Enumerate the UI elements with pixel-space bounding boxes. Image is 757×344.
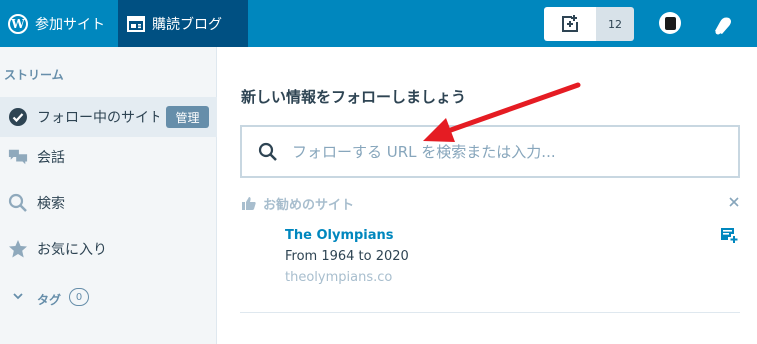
star-icon (8, 239, 28, 259)
reader-sidebar: ストリーム フォロー中のサイト 管理 会話 検索 お気に入り タグ 0 (0, 47, 217, 344)
notifications-button[interactable] (710, 12, 736, 36)
profile-avatar[interactable] (659, 12, 681, 34)
divider (240, 312, 740, 313)
sidebar-item-label: お気に入り (37, 242, 107, 258)
streams-header: ストリーム (4, 68, 64, 82)
chat-bubbles-icon (8, 147, 28, 167)
masterbar: W 参加サイト 購読ブログ 12 (0, 0, 757, 47)
write-post-button[interactable] (544, 7, 596, 41)
recommended-sites-label: お勧めのサイト (263, 197, 355, 213)
sidebar-item-likes[interactable]: お気に入り (0, 229, 217, 269)
chevron-down-icon (12, 290, 24, 305)
recommended-site-name[interactable]: The Olympians (285, 228, 394, 243)
sidebar-item-label: フォロー中のサイト (37, 110, 159, 126)
sidebar-item-conversations[interactable]: 会話 (0, 137, 217, 177)
my-sites-button[interactable]: W 参加サイト (0, 0, 118, 47)
recommended-site-description: From 1964 to 2020 (285, 249, 409, 264)
bell-icon (715, 17, 731, 35)
sidebar-tags-toggle[interactable]: タグ 0 (0, 287, 217, 311)
reader-label: 購読ブログ (152, 16, 222, 33)
avatar-image (664, 16, 676, 30)
tags-count-badge: 0 (69, 288, 89, 306)
follow-search-box[interactable] (240, 125, 740, 178)
reader-button[interactable]: 購読ブログ (118, 0, 248, 47)
tags-label: タグ (37, 293, 62, 307)
recommended-sites-header: お勧めのサイト (241, 193, 741, 213)
sidebar-item-followed-sites[interactable]: フォロー中のサイト 管理 (0, 97, 217, 137)
manage-button[interactable]: 管理 (166, 106, 209, 128)
follow-url-input[interactable] (292, 138, 732, 166)
new-post-icon (562, 15, 578, 32)
recommended-site-url: theolympians.co (285, 270, 393, 285)
write-count: 12 (608, 17, 622, 31)
close-icon[interactable] (727, 195, 741, 209)
reader-icon (127, 15, 145, 32)
sidebar-item-label: 検索 (37, 196, 65, 212)
write-count-badge[interactable]: 12 (596, 7, 634, 41)
sidebar-item-label: 会話 (37, 150, 65, 166)
follow-site-icon[interactable] (720, 226, 738, 244)
my-sites-label: 参加サイト (35, 16, 105, 33)
sidebar-item-search[interactable]: 検索 (0, 183, 217, 223)
search-icon (258, 142, 277, 161)
checkmark-circle-icon (8, 107, 28, 127)
thumbs-up-icon (241, 195, 257, 211)
search-icon (8, 193, 28, 213)
wordpress-logo-icon: W (8, 13, 28, 34)
page-title: 新しい情報をフォローしましょう (241, 88, 467, 106)
